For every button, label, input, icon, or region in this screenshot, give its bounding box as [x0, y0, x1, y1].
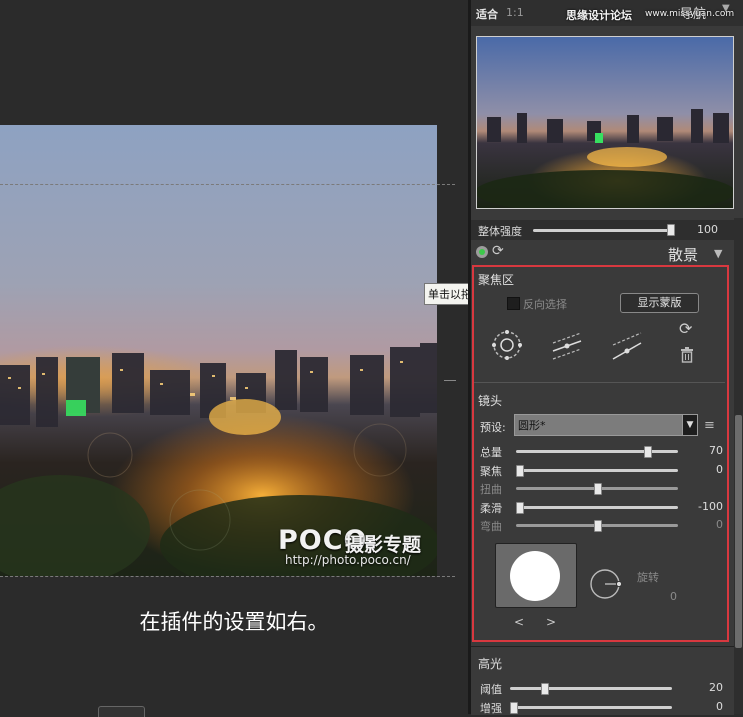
- aperture-shape-circle: [510, 551, 560, 601]
- preview-photo: [0, 125, 437, 576]
- slider-track[interactable]: [516, 450, 678, 453]
- slider-track[interactable]: [516, 505, 678, 509]
- radial-focus-icon[interactable]: [491, 329, 523, 361]
- rotate-value[interactable]: 0: [660, 590, 677, 603]
- preset-menu-icon[interactable]: ≡: [704, 418, 715, 433]
- strength-slider-track[interactable]: [533, 229, 673, 232]
- tilt-focus-icon[interactable]: [611, 329, 643, 361]
- rotate-label: 旋转: [637, 571, 659, 584]
- slider-value[interactable]: -100: [683, 500, 723, 513]
- slider-thumb[interactable]: [510, 701, 518, 714]
- caption-text: 在插件的设置如右。: [139, 610, 329, 634]
- highlights-title: 高光: [478, 657, 503, 671]
- bokeh-section-title[interactable]: 散景: [668, 244, 698, 265]
- preset-label: 预设:: [480, 421, 506, 434]
- refresh-icon[interactable]: ⟳: [679, 319, 692, 338]
- slider-thumb[interactable]: [516, 464, 524, 477]
- trash-icon[interactable]: [680, 347, 694, 363]
- poco-url: http://photo.poco.cn/: [285, 553, 411, 567]
- invert-selection-checkbox[interactable]: [507, 297, 520, 310]
- chevron-down-icon[interactable]: ▼: [714, 247, 722, 260]
- linear-focus-icon[interactable]: [551, 329, 583, 361]
- strength-label: 整体强度: [478, 225, 522, 238]
- preset-value: 圆形*: [518, 419, 546, 432]
- slider-thumb[interactable]: [594, 483, 602, 495]
- slider-label: 柔滑: [480, 501, 502, 515]
- slider-thumb[interactable]: [541, 683, 550, 695]
- slider-track[interactable]: [510, 687, 672, 690]
- canvas-scrollbar[interactable]: [98, 706, 145, 717]
- section-divider: [474, 382, 725, 383]
- slider-thumb[interactable]: [594, 520, 602, 532]
- slider-track[interactable]: [516, 468, 678, 472]
- slider-label: 扭曲: [480, 483, 502, 496]
- reset-icon[interactable]: ⟳: [492, 243, 504, 259]
- slider-value[interactable]: 0: [683, 700, 723, 713]
- show-mask-button[interactable]: 显示蒙版: [620, 293, 699, 313]
- prev-shape-button[interactable]: <: [514, 615, 524, 629]
- slider-label: 增强: [480, 701, 502, 715]
- next-shape-button[interactable]: >: [546, 615, 556, 629]
- slider-value[interactable]: 70: [683, 444, 723, 457]
- slider-value[interactable]: 0: [683, 463, 723, 476]
- focus-zone-title: 聚焦区: [478, 273, 515, 287]
- invert-selection-label: 反向选择: [523, 298, 567, 311]
- zoom-fit-button[interactable]: 适合: [476, 6, 498, 22]
- slider-track[interactable]: [510, 705, 672, 709]
- lens-title: 镜头: [478, 394, 503, 408]
- center-guide-tick: [444, 380, 456, 381]
- slider-label: 总量: [480, 446, 502, 459]
- rotate-dial[interactable]: [589, 568, 623, 600]
- slider-label: 阈值: [480, 683, 502, 696]
- zoom-1to1-button[interactable]: 1:1: [506, 6, 524, 19]
- slider-label: 弯曲: [480, 520, 502, 533]
- guide-line-top: [0, 184, 455, 185]
- strength-value[interactable]: 100: [678, 223, 718, 236]
- bokeh-enable-toggle[interactable]: [476, 246, 488, 258]
- slider-value[interactable]: 20: [683, 681, 723, 694]
- guide-line-bottom: [0, 576, 455, 577]
- slider-thumb[interactable]: [516, 501, 524, 514]
- slider-thumb[interactable]: [643, 446, 652, 458]
- slider-value[interactable]: 0: [683, 518, 723, 531]
- panel-scrollbar-thumb[interactable]: [735, 415, 742, 648]
- panel-splitter[interactable]: [468, 0, 471, 714]
- slider-label: 聚焦: [480, 464, 502, 478]
- site-watermark-url: www.missyuan.com: [645, 9, 735, 19]
- site-watermark: 思缘设计论坛: [566, 9, 632, 22]
- chevron-down-icon[interactable]: ▼: [682, 414, 698, 436]
- navigator-thumbnail[interactable]: [476, 36, 734, 209]
- strength-slider-thumb[interactable]: [667, 224, 675, 236]
